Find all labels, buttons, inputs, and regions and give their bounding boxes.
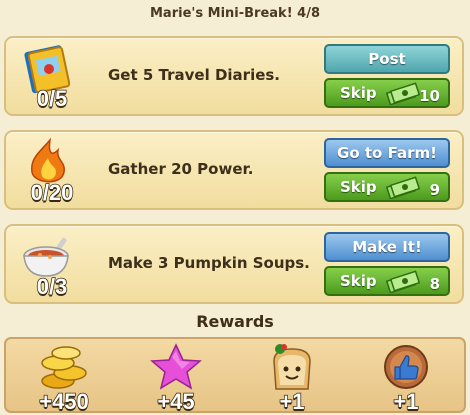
reward-xp: +45 xyxy=(126,339,226,415)
cash-bills-icon xyxy=(386,270,420,293)
skip-label: Skip xyxy=(340,272,377,290)
reward-amount: +450 xyxy=(38,388,89,415)
make-it-label: Make It! xyxy=(352,238,422,256)
quest-task-text: Gather 20 Power. xyxy=(108,160,254,178)
skip-button[interactable]: Skip 10 xyxy=(324,78,450,108)
quest-task-text: Get 5 Travel Diaries. xyxy=(108,66,281,84)
quest-task-text: Make 3 Pumpkin Soups. xyxy=(108,254,310,272)
rewards-bar: +450 +45 +1 +1 xyxy=(4,337,466,415)
quest-progress: 0/20 xyxy=(30,179,74,206)
skip-label: Skip xyxy=(340,84,377,102)
quest-row: 0/5 Get 5 Travel Diaries. Post Skip 10 xyxy=(4,36,464,116)
reward-coins: +450 xyxy=(14,339,114,415)
thumbs-up-medal-icon xyxy=(384,345,428,389)
quest-progress: 0/5 xyxy=(36,85,68,112)
skip-cost: 10 xyxy=(419,87,440,105)
cash-bills-icon xyxy=(386,82,420,105)
reward-medal: +1 xyxy=(356,339,456,415)
make-it-button[interactable]: Make It! xyxy=(324,232,450,262)
skip-button[interactable]: Skip 8 xyxy=(324,266,450,296)
quest-title: Marie's Mini-Break! 4/8 xyxy=(150,6,320,21)
post-button[interactable]: Post xyxy=(324,44,450,74)
reward-amount: +45 xyxy=(157,388,196,415)
quest-row: 0/3 Make 3 Pumpkin Soups. Make It! Skip … xyxy=(4,224,464,304)
rewards-title: Rewards xyxy=(196,312,274,331)
post-button-label: Post xyxy=(368,50,406,68)
reward-amount: +1 xyxy=(393,388,420,415)
toast-character-icon xyxy=(273,344,311,390)
skip-cost: 9 xyxy=(429,181,440,199)
go-to-farm-label: Go to Farm! xyxy=(337,144,437,162)
skip-cost: 8 xyxy=(429,275,440,293)
reward-amount: +1 xyxy=(279,388,306,415)
xp-star-icon xyxy=(150,343,202,390)
cash-bills-icon xyxy=(386,176,420,199)
skip-button[interactable]: Skip 9 xyxy=(324,172,450,202)
coins-icon xyxy=(41,346,87,389)
skip-label: Skip xyxy=(340,178,377,196)
reward-toast: +1 xyxy=(242,339,342,415)
quest-progress: 0/3 xyxy=(36,273,68,300)
go-to-farm-button[interactable]: Go to Farm! xyxy=(324,138,450,168)
quest-row: 0/20 Gather 20 Power. Go to Farm! Skip 9 xyxy=(4,130,464,210)
